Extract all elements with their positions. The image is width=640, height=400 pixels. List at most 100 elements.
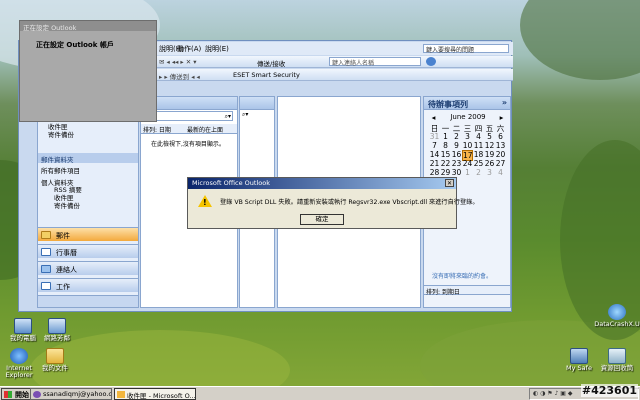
task-sort-bar[interactable]: 排列: 到期日 bbox=[424, 285, 510, 296]
calendar-month: June 2009 bbox=[450, 113, 486, 121]
toolbar-reply-icons[interactable]: ✉ ◂ ◂◂ ▸ ✕ ▾ bbox=[159, 58, 197, 66]
calendar-day[interactable]: 19 bbox=[484, 150, 495, 159]
taskbar-button-label: ssanadiqmj@yahoo.c... bbox=[43, 390, 112, 398]
taskbar-button-yahoo[interactable]: ssanadiqmj@yahoo.c... bbox=[30, 388, 112, 400]
sort-by-date[interactable]: 排列: 日期 bbox=[143, 127, 171, 134]
desktop-icon-label: DataCrashX.U bbox=[594, 320, 640, 328]
calendar-day[interactable]: 30 bbox=[451, 168, 462, 177]
computer-icon bbox=[14, 318, 32, 334]
network-icon bbox=[48, 318, 66, 334]
eset-toolbar-button[interactable]: ESET Smart Security bbox=[233, 71, 300, 79]
calendar-day[interactable]: 4 bbox=[495, 168, 506, 177]
calendar-day[interactable]: 27 bbox=[495, 159, 506, 168]
calendar-day[interactable]: 6 bbox=[495, 132, 506, 141]
empty-list-message: 在此檢視下,沒有項目顯示。 bbox=[151, 141, 225, 148]
setup-dialog-title: 正在設定 Outlook bbox=[20, 21, 156, 32]
calendar-day[interactable]: 18 bbox=[473, 150, 484, 159]
menu-actions[interactable]: 動作(A) bbox=[177, 44, 201, 54]
calendar-day[interactable]: 5 bbox=[484, 132, 495, 141]
nav-shortcuts-bar[interactable] bbox=[38, 295, 138, 307]
search-icon[interactable]: ⌕▾ bbox=[225, 113, 231, 121]
no-appointments: 沒有即將來臨的約會。 bbox=[432, 273, 493, 280]
calendar-day[interactable]: 7 bbox=[429, 141, 440, 150]
ok-button[interactable]: 確定 bbox=[300, 214, 344, 225]
close-icon[interactable]: ✕ bbox=[445, 179, 454, 187]
calendar-day[interactable]: 10 bbox=[462, 141, 473, 150]
nav-mail-button[interactable]: 郵件 bbox=[38, 227, 138, 241]
help-search-input[interactable]: 鍵入要搜尋的問題 bbox=[423, 44, 509, 54]
desktop-icon-datacrash[interactable]: DataCrashX.U bbox=[594, 304, 640, 328]
taskbar: 開始 ▣ ▤ ◉ ✉ ssanadiqmj@yahoo.c... 收件匣 - M… bbox=[0, 386, 640, 400]
windows-logo-icon bbox=[4, 391, 12, 398]
desktop-icon-network[interactable]: 網路芳鄰 bbox=[34, 318, 80, 342]
nav-calendar-button[interactable]: 行事曆 bbox=[38, 244, 138, 258]
error-message: 登錄 VB Script DLL 失敗。請重新安裝或執行 Regsvr32.ex… bbox=[220, 199, 479, 206]
calendar-day[interactable]: 24 bbox=[462, 159, 473, 168]
calendar-day[interactable]: 4 bbox=[473, 132, 484, 141]
todo-title-text: 待辦事項列 bbox=[428, 100, 468, 109]
calendar-day[interactable]: 9 bbox=[451, 141, 462, 150]
send-receive-button[interactable]: 傳送/接收 bbox=[257, 58, 285, 68]
menu-help-2[interactable]: 說明(E) bbox=[205, 44, 229, 54]
task-sort-label[interactable]: 排列: 到期日 bbox=[426, 289, 460, 296]
calendar-day[interactable]: 1 bbox=[462, 168, 473, 177]
desktop-icon-recycle-bin[interactable]: 資源回收筒 bbox=[594, 348, 640, 372]
tasks-icon bbox=[41, 282, 51, 290]
calendar-day[interactable]: 13 bbox=[495, 141, 506, 150]
calendar-day[interactable]: 21 bbox=[429, 159, 440, 168]
nav-tasks-label: 工作 bbox=[56, 283, 70, 291]
desktop: 說明(H) 動作(A) 說明(E) 鍵入要搜尋的問題 ✉ ◂ ◂◂ ▸ ✕ ▾ … bbox=[0, 0, 640, 400]
calendar-day[interactable]: 15 bbox=[440, 150, 451, 159]
start-label: 開始 bbox=[15, 391, 29, 399]
nav-contacts-button[interactable]: 連絡人 bbox=[38, 261, 138, 275]
reading-search-icon[interactable]: ⌕▾ bbox=[242, 111, 248, 119]
calendar-day[interactable]: 26 bbox=[484, 159, 495, 168]
mail-sort-bar[interactable]: 排列: 日期 最新的在上面 bbox=[141, 124, 237, 134]
tray-icons[interactable]: ◐ ◑ ⚑ ♪ ▣ ◆ bbox=[533, 390, 573, 397]
prev-month-icon[interactable]: ◂ bbox=[428, 113, 439, 122]
calendar-day[interactable]: 8 bbox=[440, 141, 451, 150]
folder-sent-sub[interactable]: 寄件備份 bbox=[54, 202, 82, 210]
desktop-icon-label: Internet Explorer bbox=[5, 364, 33, 379]
calendar-day[interactable]: 16 bbox=[451, 150, 462, 159]
sort-order[interactable]: 最新的在上面 bbox=[187, 125, 223, 134]
all-mail-items[interactable]: 所有郵件項目 bbox=[41, 165, 80, 175]
calendar-day[interactable]: 25 bbox=[473, 159, 484, 168]
taskbar-button-outlook[interactable]: 收件匣 - Microsoft O... bbox=[114, 388, 196, 400]
next-month-icon[interactable]: ▸ bbox=[496, 113, 507, 122]
calendar-day[interactable]: 14 bbox=[429, 150, 440, 159]
setup-dialog-message: 正在設定 Outlook 帳戶 bbox=[36, 41, 114, 49]
calendar-day[interactable]: 3 bbox=[462, 132, 473, 141]
help-icon[interactable] bbox=[426, 57, 436, 66]
mail-icon bbox=[41, 231, 51, 239]
taskbar-button-label: 收件匣 - Microsoft O... bbox=[127, 392, 196, 400]
calendar-day[interactable]: 20 bbox=[495, 150, 506, 159]
calendar-day[interactable]: 12 bbox=[484, 141, 495, 150]
calendar-day[interactable]: 23 bbox=[451, 159, 462, 168]
reading-pane-header bbox=[240, 97, 274, 110]
outlook-icon bbox=[117, 391, 125, 398]
todo-bar-title: 待辦事項列 » bbox=[424, 97, 510, 110]
folder-rss[interactable]: RSS 摘要 bbox=[54, 186, 82, 194]
calendar-day[interactable]: 3 bbox=[484, 168, 495, 177]
toolbar-misc-buttons[interactable]: ▸ ▸ 傳送到 ◂ ◂ bbox=[159, 71, 200, 81]
calendar-day[interactable]: 22 bbox=[440, 159, 451, 168]
desktop-icon-my-documents[interactable]: 我的文件 bbox=[32, 348, 78, 372]
folder-inbox-sub[interactable]: 收件匣 bbox=[54, 194, 82, 202]
contact-search-input[interactable]: 鍵入連絡人名稱 bbox=[329, 57, 421, 67]
mail-folders-header[interactable]: 郵件資料夾 bbox=[38, 153, 138, 164]
calendar-day[interactable]: 2 bbox=[473, 168, 484, 177]
calendar-day[interactable]: 29 bbox=[440, 168, 451, 177]
todo-close-icon[interactable]: » bbox=[502, 98, 507, 107]
calendar-day[interactable]: 31 bbox=[429, 132, 440, 141]
calendar-day[interactable]: 11 bbox=[473, 141, 484, 150]
folder-inbox[interactable]: 收件匣 bbox=[48, 123, 74, 131]
folder-sent[interactable]: 寄件備份 bbox=[48, 131, 74, 139]
calendar-day[interactable]: 2 bbox=[451, 132, 462, 141]
nav-mail-label: 郵件 bbox=[56, 232, 70, 240]
nav-contacts-label: 連絡人 bbox=[56, 266, 77, 274]
calendar-day[interactable]: 28 bbox=[429, 168, 440, 177]
internet-explorer-icon bbox=[10, 348, 28, 364]
nav-tasks-button[interactable]: 工作 bbox=[38, 278, 138, 292]
calendar-day[interactable]: 1 bbox=[440, 132, 451, 141]
